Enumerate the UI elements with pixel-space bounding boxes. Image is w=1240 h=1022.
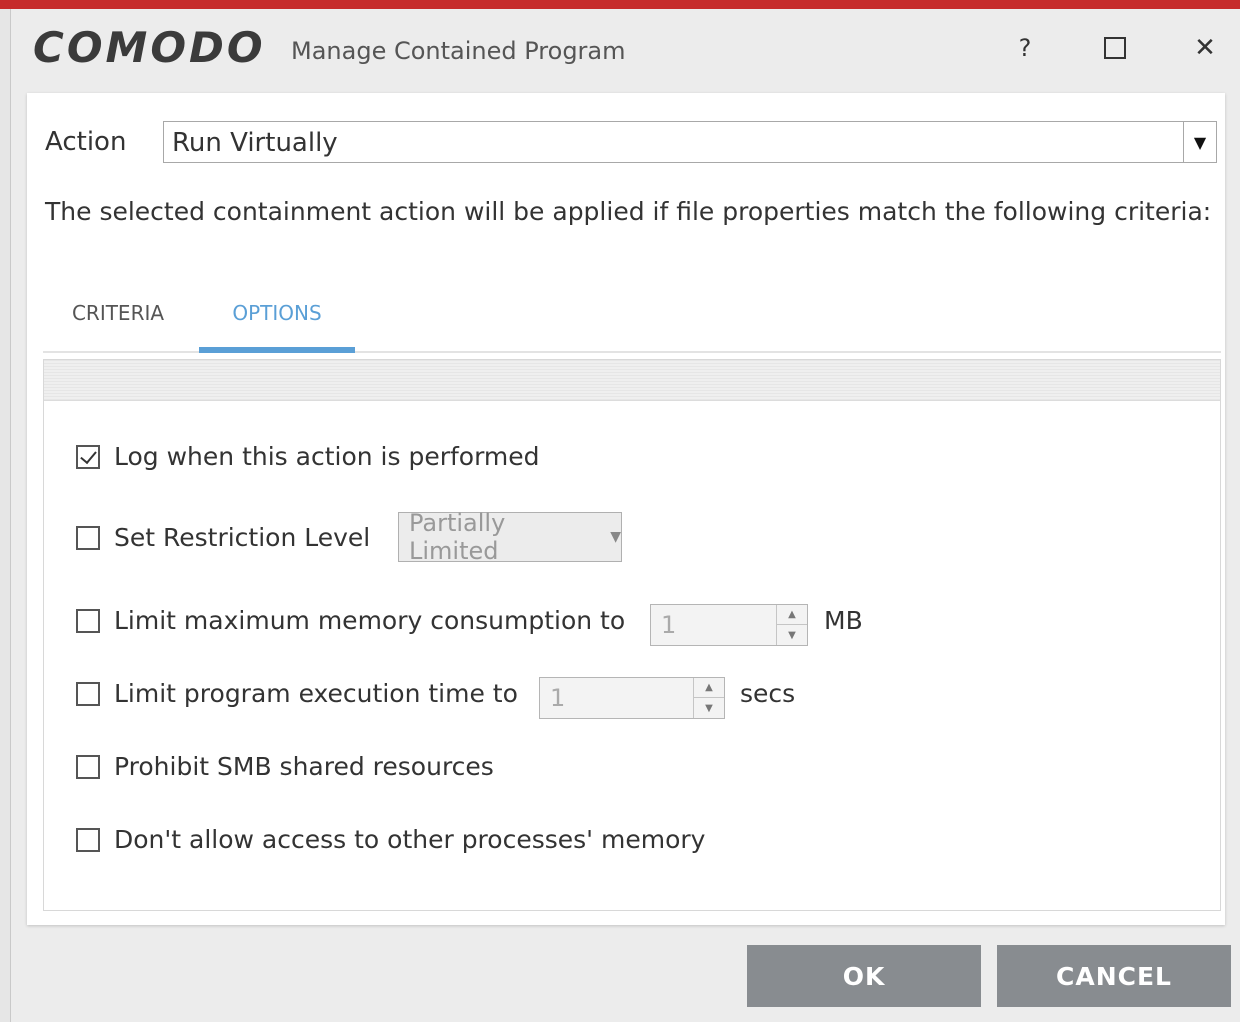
restriction-level-value: Partially Limited xyxy=(409,509,506,565)
memory-access-option-row: Don't allow access to other processes' m… xyxy=(76,825,705,854)
stepper-up-icon[interactable]: ▲ xyxy=(694,678,724,698)
comodo-logo: COMODO xyxy=(33,23,266,72)
close-button[interactable]: ✕ xyxy=(1175,23,1235,73)
top-accent-bar xyxy=(0,0,1240,9)
memory-option-label: Limit maximum memory consumption to xyxy=(114,606,626,635)
cancel-button[interactable]: CANCEL xyxy=(997,945,1231,1007)
maximize-button[interactable] xyxy=(1085,23,1145,73)
ok-button[interactable]: OK xyxy=(747,945,981,1007)
tab-bar: CRITERIA OPTIONS xyxy=(43,261,1221,353)
memory-unit: MB xyxy=(824,606,863,635)
help-button[interactable]: ? xyxy=(995,23,1055,73)
smb-option-row: Prohibit SMB shared resources xyxy=(76,752,494,781)
exec-time-unit: secs xyxy=(740,679,796,708)
exec-time-option-row: Limit program execution time to xyxy=(76,679,518,708)
memory-option-row: Limit maximum memory consumption to xyxy=(76,606,625,635)
exec-time-option-label: Limit program execution time to xyxy=(114,679,518,708)
restriction-checkbox[interactable] xyxy=(76,525,100,550)
smb-checkbox[interactable] xyxy=(76,754,100,779)
content-panel: Action Run Virtually ▼ The selected cont… xyxy=(27,93,1225,925)
action-dropdown-value: Run Virtually xyxy=(172,128,338,158)
maximize-icon xyxy=(1104,37,1126,59)
exec-time-stepper-buttons: ▲ ▼ xyxy=(693,678,724,718)
stepper-down-icon[interactable]: ▼ xyxy=(694,698,724,718)
title-bar: COMODO Manage Contained Program ? ✕ xyxy=(11,9,1240,91)
memory-checkbox[interactable] xyxy=(76,608,100,633)
help-icon: ? xyxy=(1018,34,1032,62)
dropdown-arrow-icon: ▼ xyxy=(1183,122,1216,162)
criteria-description: The selected containment action will be … xyxy=(45,197,1212,226)
options-group: Log when this action is performed Set Re… xyxy=(43,359,1221,911)
stepper-down-icon[interactable]: ▼ xyxy=(777,625,807,645)
memory-access-option-label: Don't allow access to other processes' m… xyxy=(114,825,706,854)
chevron-down-icon: ▼ xyxy=(610,529,621,545)
smb-option-label: Prohibit SMB shared resources xyxy=(114,752,494,781)
exec-time-stepper[interactable]: 1 ▲ ▼ xyxy=(539,677,725,719)
log-checkbox[interactable] xyxy=(76,444,100,469)
restriction-level-dropdown[interactable]: Partially Limited ▼ xyxy=(398,509,622,565)
log-option-row: Log when this action is performed xyxy=(76,442,540,471)
action-dropdown[interactable]: Run Virtually ▼ xyxy=(163,121,1217,163)
close-icon: ✕ xyxy=(1194,33,1216,63)
memory-limit-stepper[interactable]: 1 ▲ ▼ xyxy=(650,604,808,646)
memory-access-checkbox[interactable] xyxy=(76,827,100,852)
memory-stepper-buttons: ▲ ▼ xyxy=(776,605,807,645)
action-label: Action xyxy=(45,127,127,157)
memory-limit-value: 1 xyxy=(661,611,677,639)
stepper-up-icon[interactable]: ▲ xyxy=(777,605,807,625)
window-title: Manage Contained Program xyxy=(291,37,626,65)
restriction-option-row: Set Restriction Level xyxy=(76,523,370,552)
tab-criteria[interactable]: CRITERIA xyxy=(43,283,193,353)
log-option-label: Log when this action is performed xyxy=(114,442,540,471)
exec-time-checkbox[interactable] xyxy=(76,681,100,706)
exec-time-value: 1 xyxy=(550,684,566,712)
restriction-option-label: Set Restriction Level xyxy=(114,523,371,552)
options-header-strip xyxy=(44,360,1220,401)
tab-options[interactable]: OPTIONS xyxy=(199,283,355,353)
dialog-window: COMODO Manage Contained Program ? ✕ Acti… xyxy=(10,9,1240,1022)
